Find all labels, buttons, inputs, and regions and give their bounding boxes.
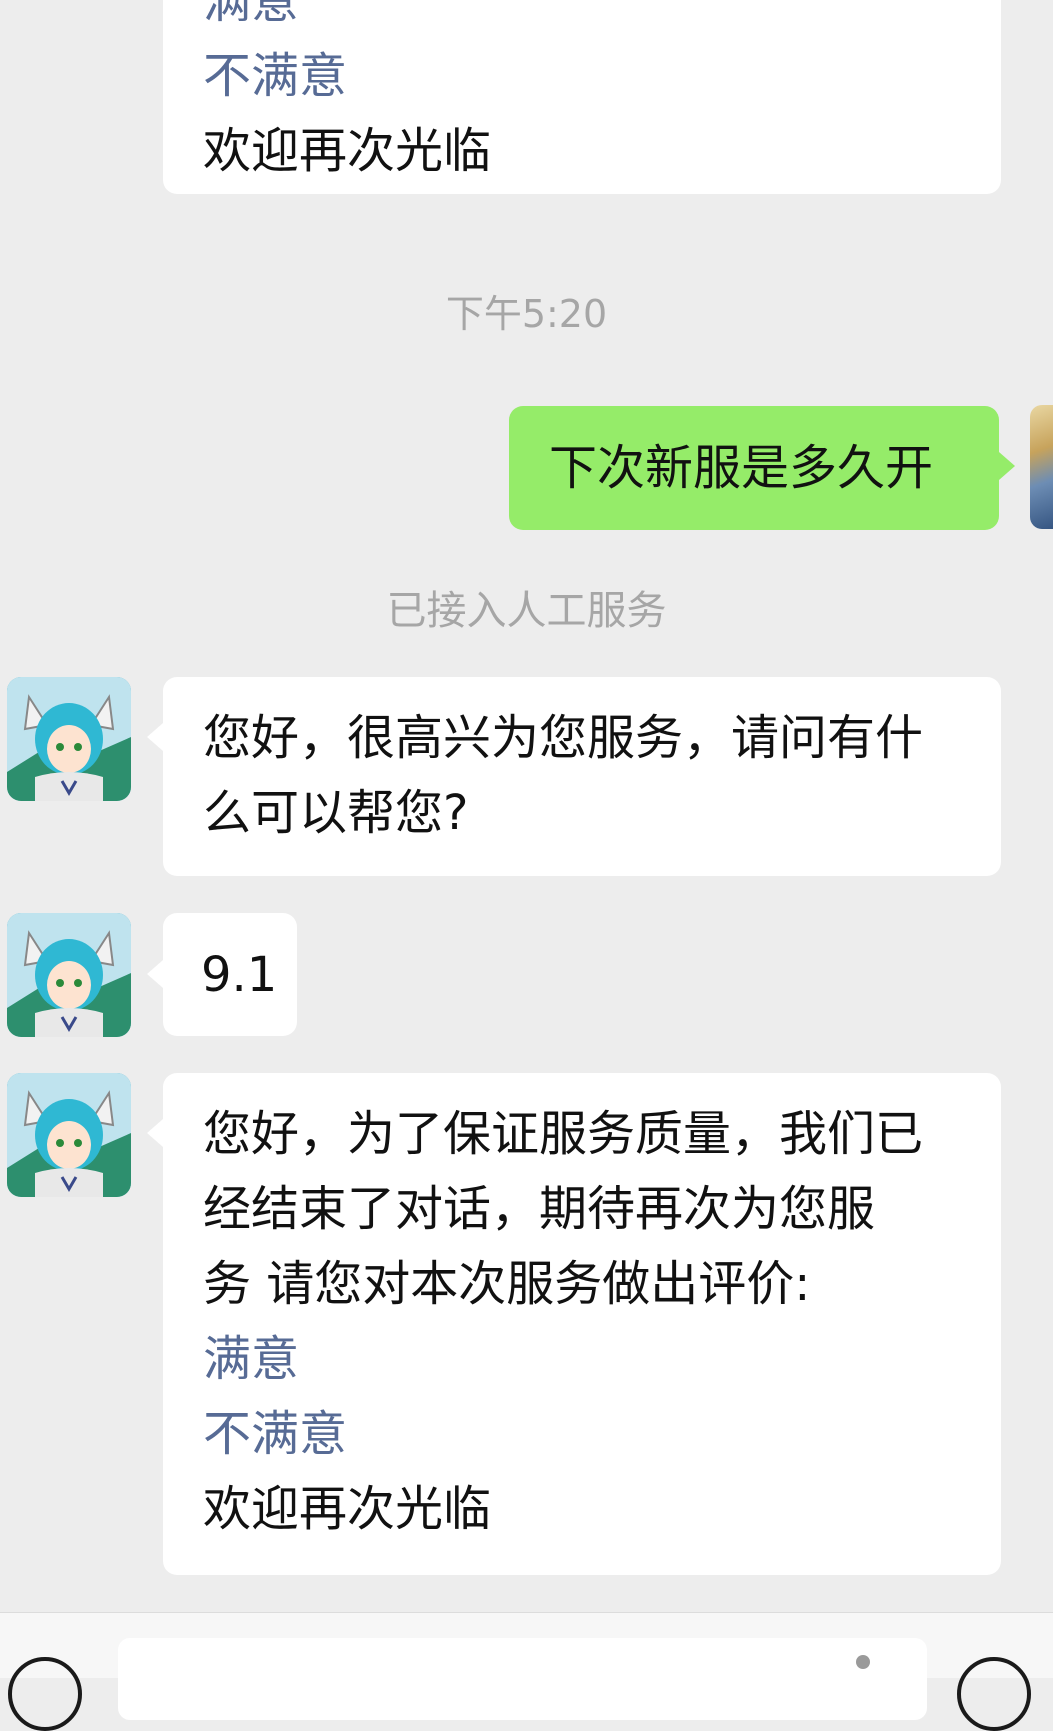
user-avatar[interactable] (1030, 405, 1053, 529)
anime-cat-girl-avatar-icon (7, 677, 131, 801)
system-notice: 已接入人工服务 (386, 588, 667, 634)
agent-avatar[interactable] (7, 1073, 131, 1197)
closing-line2: 经结束了对话，期待再次为您服 (203, 1181, 876, 1237)
chat-message-list[interactable]: 满意 不满意 欢迎再次光临 下午5:20 下次新服是多久开 已接入人工服务 您好… (0, 0, 1053, 1612)
rating-dissatisfied-link[interactable]: 不满意 (203, 39, 961, 114)
agent-reply-text: 9.1 (201, 947, 278, 1003)
agent-avatar[interactable] (7, 677, 131, 801)
agent-greeting-line2: 么可以帮您? (203, 785, 469, 841)
anime-cat-girl-avatar-icon (7, 913, 131, 1037)
closing-line3: 务 请您对本次服务做出评价: (203, 1256, 811, 1312)
voice-icon[interactable] (8, 1657, 82, 1731)
closing-line1: 您好，为了保证服务质量，我们已 (203, 1106, 924, 1162)
chat-input-bar (0, 1612, 1053, 1731)
welcome-text: 欢迎再次光临 (203, 1481, 492, 1537)
anime-cat-girl-avatar-icon (7, 1073, 131, 1197)
message-bubble-agent-closing[interactable]: 您好，为了保证服务质量，我们已 经结束了对话，期待再次为您服 务 请您对本次服务… (163, 1073, 1001, 1575)
message-bubble-agent-greeting[interactable]: 您好，很高兴为您服务，请问有什 么可以帮您? (163, 677, 1001, 876)
welcome-text: 欢迎再次光临 (203, 123, 492, 179)
bubble-tail (999, 452, 1015, 480)
rating-satisfied-link[interactable]: 满意 (203, 1322, 961, 1397)
message-timestamp: 下午5:20 (445, 292, 608, 336)
rating-satisfied-link-partial[interactable]: 满意 (203, 0, 961, 39)
user-message-text: 下次新服是多久开 (549, 440, 934, 496)
message-bubble-user[interactable]: 下次新服是多久开 (509, 406, 999, 530)
input-indicator-dot (856, 1655, 870, 1669)
bubble-tail (147, 960, 163, 988)
message-bubble-agent-reply[interactable]: 9.1 (163, 913, 297, 1036)
bubble-tail (147, 1119, 163, 1147)
bubble-tail (147, 723, 163, 751)
rating-dissatisfied-link[interactable]: 不满意 (203, 1397, 961, 1472)
message-input[interactable] (118, 1638, 927, 1720)
emoji-icon[interactable] (957, 1657, 1031, 1731)
message-bubble-previous-rating: 满意 不满意 欢迎再次光临 (163, 0, 1001, 194)
agent-greeting-line1: 您好，很高兴为您服务，请问有什 (203, 710, 924, 766)
agent-avatar[interactable] (7, 913, 131, 1037)
